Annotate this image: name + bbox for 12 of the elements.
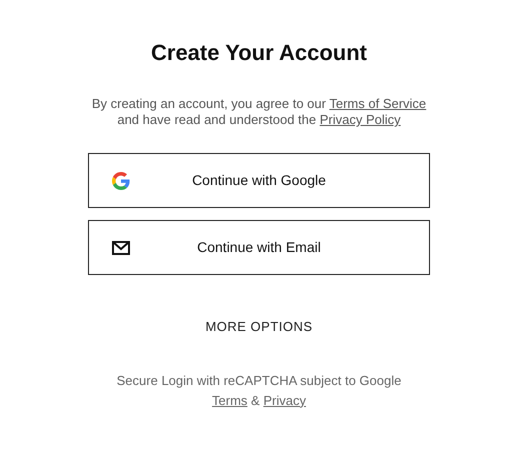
recaptcha-notice: Secure Login with reCAPTCHA subject to Google Terms & Privacy (116, 372, 402, 410)
policy-link[interactable]: Privacy Policy (320, 112, 401, 127)
policy-link[interactable]: Terms (212, 392, 248, 408)
policy-link[interactable]: Privacy (263, 392, 306, 408)
envelope-icon (112, 240, 130, 254)
email-sign-in-button[interactable]: Continue with Email (88, 220, 430, 275)
policy-link[interactable]: Terms of Service (329, 96, 426, 111)
terms-notice: By creating an account, you agree to our Terms of Service and have read and understood the Privacy Policy (90, 96, 428, 128)
google-g-icon (112, 172, 130, 190)
page-title: Create Your Account (151, 39, 367, 67)
google-sign-in-button[interactable]: Continue with Google (88, 153, 430, 208)
more-options-button[interactable]: MORE OPTIONS (205, 317, 313, 336)
